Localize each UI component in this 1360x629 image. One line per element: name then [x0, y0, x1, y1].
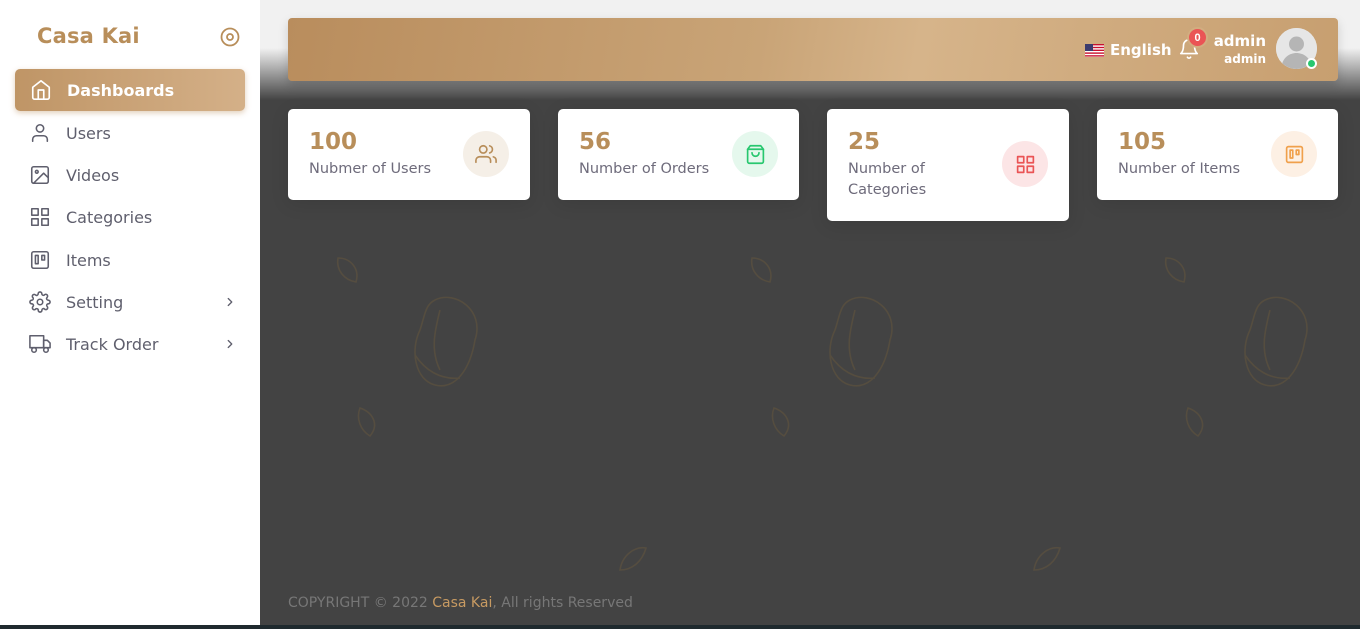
stat-icon-badge	[732, 131, 778, 177]
sidebar-item-users[interactable]: Users	[15, 112, 245, 154]
stat-icon-badge	[1002, 141, 1048, 187]
stat-icon-badge	[1271, 131, 1317, 177]
truck-icon	[29, 334, 51, 354]
sidebar-item-label: Videos	[66, 165, 120, 185]
user-icon	[31, 123, 49, 143]
language-label: English	[1110, 41, 1172, 59]
user-role: admin	[1224, 52, 1266, 66]
sidebar-item-label: Items	[66, 250, 111, 270]
stat-value: 105	[1118, 129, 1167, 155]
sidebar-item-setting[interactable]: Setting	[15, 281, 245, 323]
language-selector[interactable]: English	[1085, 40, 1172, 60]
content-area	[260, 0, 1360, 625]
stat-card-items: 105 Number of Items	[1097, 109, 1338, 200]
online-status-dot	[1306, 58, 1317, 69]
sidebar-item-videos[interactable]: Videos	[15, 154, 245, 196]
sidebar-item-label: Users	[66, 123, 111, 143]
notification-badge: 0	[1187, 27, 1208, 48]
gear-icon	[29, 291, 51, 313]
sidebar: Casa Kai Dashboards Users Videos Categor…	[0, 0, 260, 625]
footer: COPYRIGHT © 2022 Casa Kai, All rights Re…	[288, 595, 633, 611]
footer-brand-link[interactable]: Casa Kai	[432, 595, 492, 611]
stat-caption: Nubmer of Users	[309, 161, 432, 177]
stat-caption: Number of Orders	[579, 161, 710, 177]
brand-logo-text[interactable]: Casa Kai	[37, 24, 140, 48]
collapse-toggle-icon[interactable]	[220, 27, 240, 47]
trello-icon	[30, 250, 50, 270]
top-navbar: English 0 admin admin	[288, 18, 1338, 81]
shopping-bag-icon	[746, 144, 764, 164]
stat-card-orders: 56 Number of Orders	[558, 109, 799, 200]
user-name[interactable]: admin	[1214, 32, 1266, 50]
footer-rights: , All rights Reserved	[492, 595, 633, 611]
chevron-right-icon	[227, 339, 233, 349]
grid-icon	[30, 207, 50, 227]
stat-caption: Number of Items	[1118, 161, 1241, 177]
grid-icon	[1016, 155, 1034, 173]
home-icon	[31, 80, 51, 100]
stat-value: 100	[309, 129, 358, 155]
bottom-edge	[0, 625, 1360, 629]
stat-value: 56	[579, 129, 612, 155]
sidebar-item-dashboards[interactable]: Dashboards	[15, 69, 245, 111]
trello-icon	[1285, 145, 1303, 163]
stat-value: 25	[848, 129, 881, 155]
stat-card-categories: 25 Number of Categories	[827, 109, 1069, 221]
stat-icon-badge	[463, 131, 509, 177]
stat-caption: Number of Categories	[848, 161, 927, 198]
sidebar-header: Casa Kai	[0, 0, 260, 68]
sidebar-item-label: Track Order	[66, 334, 159, 354]
sidebar-item-label: Categories	[66, 207, 153, 227]
chevron-right-icon	[227, 297, 233, 307]
us-flag-icon	[1085, 43, 1104, 57]
image-icon	[30, 165, 50, 185]
sidebar-item-label: Setting	[66, 292, 124, 312]
sidebar-item-track-order[interactable]: Track Order	[15, 323, 245, 365]
stat-card-users: 100 Nubmer of Users	[288, 109, 530, 200]
users-icon	[475, 144, 497, 164]
sidebar-item-label: Dashboards	[67, 80, 175, 100]
footer-copyright: COPYRIGHT © 2022	[288, 595, 433, 611]
sidebar-item-items[interactable]: Items	[15, 239, 245, 281]
sidebar-item-categories[interactable]: Categories	[15, 196, 245, 238]
